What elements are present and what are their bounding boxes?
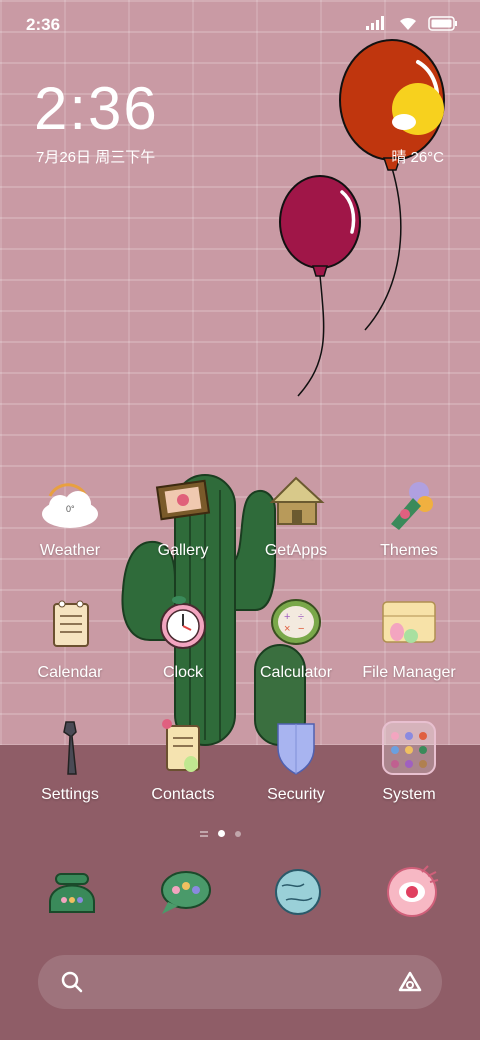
wrench-icon [38,718,102,782]
app-label: System [382,786,436,803]
app-themes[interactable]: Themes [354,474,464,560]
assistant-icon[interactable] [396,970,424,994]
app-label: File Manager [362,664,456,681]
app-label: Security [267,786,325,803]
folder-icon [377,596,441,660]
phone-icon [49,873,95,913]
paint-brush-icon [377,474,441,538]
dock-phone[interactable] [42,862,102,922]
app-calendar[interactable]: Calendar [15,596,125,682]
status-time: 2:36 [26,15,61,34]
dock-browser[interactable] [268,862,328,922]
app-label: Calendar [37,664,103,681]
app-label: Clock [162,664,203,681]
wifi-icon [400,17,416,30]
app-label: Themes [380,542,438,559]
weather-badge-temp: 0° [66,504,75,514]
browser-globe-icon [275,869,321,915]
dock-messages[interactable] [156,862,216,922]
clock-widget-time[interactable]: 2:36 [34,74,159,143]
app-label: Gallery [157,542,209,559]
weather-cloud-icon: 0° [38,474,102,538]
camera-eye-icon [387,865,439,917]
dock-camera[interactable] [382,862,442,922]
contacts-notebook-icon [151,718,215,782]
app-label: GetApps [264,542,328,559]
svg-text:×: × [284,623,290,635]
picture-frame-icon [151,474,215,538]
app-label: Contacts [151,786,215,803]
notepad-icon [38,596,102,660]
app-file-manager[interactable]: File Manager [354,596,464,682]
search-bar[interactable] [38,955,442,1009]
svg-text:−: − [298,623,304,635]
search-icon[interactable] [60,970,84,994]
alarm-clock-icon [151,596,215,660]
status-icons [366,15,458,31]
hut-icon [264,474,328,538]
app-gallery[interactable]: Gallery [128,474,238,560]
app-clock[interactable]: Clock [128,596,238,682]
app-calculator[interactable]: + ÷ × − Calculator [241,596,351,682]
signal-icon [366,16,384,30]
app-security[interactable]: Security [241,718,351,804]
app-getapps[interactable]: GetApps [241,474,351,560]
svg-text:+: + [284,611,290,623]
clock-widget-date[interactable]: 7月26日 周三下午 [36,146,155,167]
app-weather[interactable]: 0° Weather [15,474,125,560]
app-system-folder[interactable]: System [354,718,464,804]
page-dot-active[interactable] [218,830,225,837]
app-label: Calculator [259,664,333,681]
system-folder-icon [377,718,441,782]
battery-icon [428,15,457,31]
balloons-illustration [279,39,445,397]
app-label: Settings [41,786,99,803]
app-contacts[interactable]: Contacts [128,718,238,804]
page-dot[interactable] [235,830,241,837]
shield-icon [264,718,328,782]
status-bar: 2:36 [0,0,480,48]
calculator-icon: + ÷ × − [264,596,328,660]
app-settings[interactable]: Settings [15,718,125,804]
weather-widget-text[interactable]: 晴 26°C [391,146,444,167]
svg-text:÷: ÷ [298,611,304,623]
page-indicator-list-icon[interactable] [200,830,208,837]
page-indicator[interactable] [200,830,241,837]
messages-icon [161,871,211,914]
app-label: Weather [39,542,101,559]
